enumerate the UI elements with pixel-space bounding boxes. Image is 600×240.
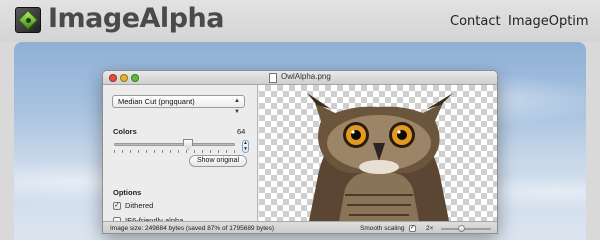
document-icon — [269, 73, 277, 83]
dithered-checkbox[interactable]: ✓ — [113, 201, 121, 210]
image-alpha-logo-icon[interactable] — [15, 7, 41, 33]
smooth-scaling-checkbox[interactable]: ✓ — [409, 225, 416, 232]
app-window: OwlAlpha.png Median Cut (pngquant) ▲ ▼ Co… — [102, 70, 498, 234]
colors-slider-track[interactable] — [114, 143, 235, 146]
colors-slider-knob[interactable] — [183, 139, 193, 150]
image-preview — [259, 85, 497, 221]
close-icon[interactable] — [109, 74, 117, 82]
image-size-status: Image size: 249884 bytes (saved 87% of 1… — [110, 225, 275, 232]
nav-contact-link[interactable]: Contact — [450, 14, 501, 29]
options-label: Options — [113, 188, 142, 197]
site-header: ImageAlpha Contact ImageOptim — [0, 0, 600, 42]
zoom-level-label: 2× — [426, 225, 434, 232]
owl-image — [307, 93, 453, 221]
smooth-scaling-label: Smooth scaling — [360, 225, 405, 232]
logo-dot — [26, 18, 31, 23]
nav-imageoptim-link[interactable]: ImageOptim — [508, 14, 589, 29]
site-title[interactable]: ImageAlpha — [48, 3, 224, 34]
stepper-down-icon[interactable]: ▼ — [243, 146, 248, 152]
dithered-option[interactable]: ✓ Dithered — [113, 201, 153, 210]
show-original-button[interactable]: Show original — [189, 155, 247, 167]
zoom-icon[interactable] — [131, 74, 139, 82]
window-title: OwlAlpha.png — [281, 72, 331, 81]
settings-panel: Median Cut (pngquant) ▲ ▼ Colors 64 ▲ ▼ S… — [103, 85, 258, 225]
colors-stepper[interactable]: ▲ ▼ — [242, 140, 249, 153]
window-titlebar: OwlAlpha.png — [103, 71, 497, 85]
minimize-icon[interactable] — [120, 74, 128, 82]
dithered-label: Dithered — [125, 201, 154, 210]
quantization-method-value: Median Cut (pngquant) — [118, 97, 195, 106]
colors-label: Colors — [113, 127, 137, 136]
colors-slider-ticks — [114, 150, 235, 153]
zoom-slider-track[interactable] — [441, 228, 491, 230]
select-arrows-icon: ▲ ▼ — [234, 98, 240, 115]
status-bar: Image size: 249884 bytes (saved 87% of 1… — [103, 221, 497, 233]
quantization-method-select[interactable]: Median Cut (pngquant) ▲ ▼ — [112, 95, 245, 115]
colors-value: 64 — [237, 127, 246, 136]
zoom-slider-knob[interactable] — [458, 225, 465, 232]
